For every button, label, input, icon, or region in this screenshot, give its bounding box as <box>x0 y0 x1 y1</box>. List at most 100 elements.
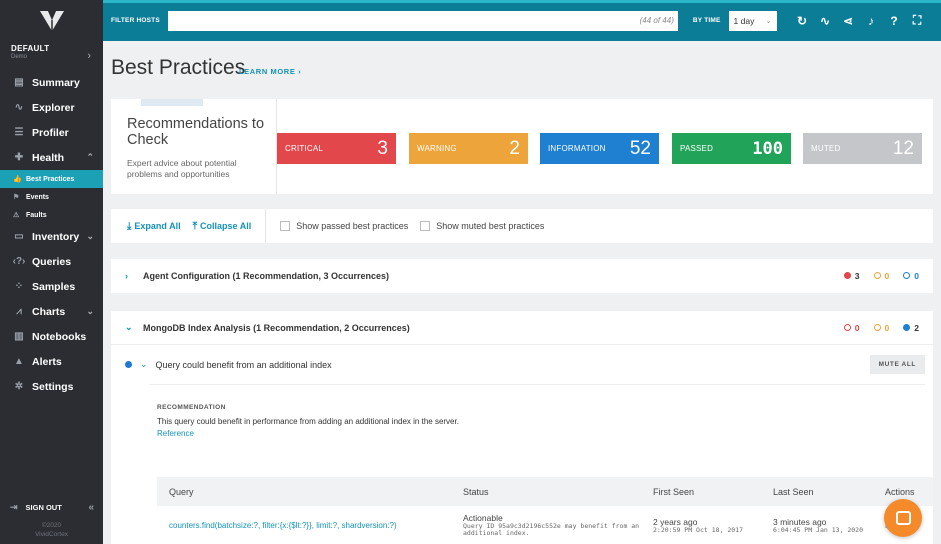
last-seen-timestamp: 6:04:45 PM Jan 13, 2020 <box>773 525 864 534</box>
chat-icon <box>895 511 911 525</box>
time-range-select[interactable]: 1 day ⌄ <box>728 10 777 31</box>
vividcortex-logo[interactable] <box>0 0 103 42</box>
recommendation-label: RECOMMENDATION <box>157 404 226 411</box>
column-query[interactable]: Query <box>157 487 451 497</box>
inventory-icon: ▭ <box>14 231 24 242</box>
alerts-icon: ▲ <box>14 356 24 367</box>
share-icon[interactable]: ⋖ <box>837 14 860 28</box>
mute-all-button[interactable]: MUTE ALL <box>869 355 925 374</box>
divider <box>265 209 267 243</box>
table-row: counters.find(batchsize:?, filter:{x:{$l… <box>157 506 933 544</box>
passed-tile[interactable]: PASSED 100 <box>672 133 791 164</box>
environment-selector[interactable]: DEFAULT Demo › <box>0 42 103 70</box>
nav-explorer[interactable]: ∿ Explorer <box>0 95 103 120</box>
last-seen-relative: 3 minutes ago <box>773 516 827 527</box>
top-accent-bar <box>103 0 941 3</box>
nav-label: Charts <box>32 305 66 318</box>
column-last-seen[interactable]: Last Seen <box>761 487 875 497</box>
nav-charts[interactable]: ⩘ Charts ⌄ <box>0 299 103 324</box>
summary-icon: ▤ <box>14 77 24 88</box>
chevron-right-icon: › <box>125 270 128 281</box>
warning-dot-icon <box>873 272 881 279</box>
column-first-seen[interactable]: First Seen <box>641 487 761 497</box>
learn-more-link[interactable]: LEARN MORE › <box>239 67 301 76</box>
recommendation-text: This query could benefit in performance … <box>157 417 459 426</box>
nav-health[interactable]: ✚ Health ⌃ <box>0 145 103 170</box>
settings-icon: ✲ <box>14 381 24 392</box>
nav-profiler[interactable]: ☰ Profiler <box>0 120 103 145</box>
collapse-sidebar-icon[interactable]: « <box>88 502 94 513</box>
info-dot-icon <box>125 361 132 368</box>
notification-bell-icon[interactable]: ♪ <box>860 14 883 28</box>
section-header[interactable]: › Agent Configuration (1 Recommendation,… <box>111 259 933 292</box>
column-status[interactable]: Status <box>451 487 641 497</box>
count-value: 0 <box>914 270 919 281</box>
column-actions: Actions <box>885 486 915 497</box>
nav-events[interactable]: ⚑ Events <box>0 188 103 206</box>
nav-notebooks[interactable]: ▥ Notebooks <box>0 324 103 349</box>
info-dot-icon <box>903 272 911 279</box>
finding-title: Query could benefit from an additional i… <box>155 359 332 370</box>
collapse-all-button[interactable]: ⤒ Collapse All <box>193 221 252 232</box>
critical-tile[interactable]: CRITICAL 3 <box>277 133 396 164</box>
fullscreen-icon[interactable]: ⛶ <box>906 13 929 28</box>
expand-all-button[interactable]: ⤓ Expand All <box>127 221 181 232</box>
nav-label: Profiler <box>32 126 69 139</box>
sidebar: DEFAULT Demo › ▤ Summary ∿ Explorer ☰ Pr… <box>0 0 103 544</box>
show-passed-label: Show passed best practices <box>296 221 409 231</box>
nav-label: Notebooks <box>32 330 87 343</box>
nav-label: Queries <box>32 255 72 268</box>
show-muted-checkbox[interactable]: Show muted best practices <box>420 221 544 231</box>
nav-queries[interactable]: ‹?› Queries <box>0 249 103 274</box>
sign-out-label: SIGN OUT <box>25 503 62 512</box>
help-icon[interactable]: ? <box>883 14 906 28</box>
warning-icon: ⚠ <box>13 212 20 219</box>
warning-dot-icon <box>873 324 881 331</box>
checkbox[interactable] <box>420 221 431 231</box>
summary-description: Expert advice about potential problems a… <box>127 158 237 179</box>
main-content: Best Practices LEARN MORE › Recommendati… <box>103 41 941 544</box>
reference-link[interactable]: Reference <box>157 429 925 438</box>
query-link[interactable]: counters.find(batchsize:?, filter:{x:{$l… <box>157 521 451 530</box>
thumbs-up-icon: 👍 <box>13 176 22 183</box>
information-tile[interactable]: INFORMATION 52 <box>540 133 659 164</box>
nav-inventory[interactable]: ▭ Inventory ⌄ <box>0 224 103 249</box>
nav-alerts[interactable]: ▲ Alerts <box>0 349 103 374</box>
nav-settings[interactable]: ✲ Settings <box>0 374 103 399</box>
sub-label: Faults <box>26 211 47 219</box>
copyright-year: ©2020 <box>41 522 62 529</box>
critical-dot-icon <box>843 272 851 279</box>
warning-tile[interactable]: WARNING 2 <box>409 133 528 164</box>
filter-hosts-label: FILTER HOSTS <box>111 17 160 24</box>
nav-label: Health <box>32 151 65 164</box>
nav-faults[interactable]: ⚠ Faults <box>0 206 103 224</box>
warning-count: 0 <box>873 323 889 333</box>
env-name: DEFAULT <box>11 44 50 53</box>
section-agent-configuration[interactable]: › Agent Configuration (1 Recommendation,… <box>111 259 933 293</box>
show-passed-checkbox[interactable]: Show passed best practices <box>280 221 408 231</box>
filter-hosts-input[interactable]: (44 of 44) <box>167 10 678 31</box>
critical-count: 0 <box>843 323 860 333</box>
finding-row[interactable]: ⌄ Query could benefit from an additional… <box>111 344 933 384</box>
nav-label: Inventory <box>32 230 80 243</box>
sub-label: Events <box>26 193 49 201</box>
refresh-icon[interactable]: ↻ <box>791 14 814 28</box>
pulse-icon[interactable]: ∿ <box>814 14 837 28</box>
queries-icon: ‹?› <box>12 256 26 267</box>
nav-samples[interactable]: ⁘ Samples <box>0 274 103 299</box>
chevron-right-icon: › <box>87 50 91 62</box>
collapse-all-label: Collapse All <box>200 221 252 231</box>
notebooks-icon: ▥ <box>14 331 24 342</box>
info-dot-icon <box>903 324 911 331</box>
checkbox[interactable] <box>280 221 291 231</box>
logo-icon <box>39 11 64 31</box>
chat-launcher-button[interactable] <box>884 499 922 537</box>
nav-best-practices[interactable]: 👍 Best Practices <box>0 170 103 188</box>
status-cell: Actionable Query ID 95a9c3d2196c552e may… <box>451 513 641 537</box>
muted-tile[interactable]: MUTED 12 <box>803 133 922 164</box>
sign-out-button[interactable]: ⇥ SIGN OUT « <box>10 502 103 513</box>
nav-label: Explorer <box>32 101 75 114</box>
nav-summary[interactable]: ▤ Summary <box>0 70 103 95</box>
section-header[interactable]: ⌄ MongoDB Index Analysis (1 Recommendati… <box>111 311 933 344</box>
show-muted-label: Show muted best practices <box>436 221 545 231</box>
